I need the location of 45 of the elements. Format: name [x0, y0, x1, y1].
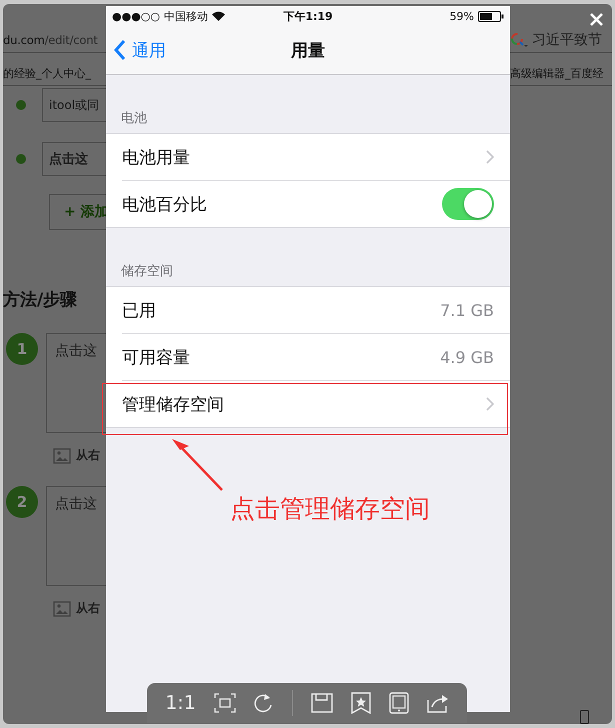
signal-dots: ●●●○○: [112, 10, 160, 22]
hint-text: 从右: [76, 600, 100, 617]
actual-size-button[interactable]: 1:1: [165, 692, 196, 714]
search-icon: [510, 32, 528, 48]
row-label: 电池百分比: [122, 194, 208, 216]
hint-text: 从右: [76, 447, 100, 464]
row-value: 4.9 GB: [440, 348, 494, 366]
row-value: 7.1 GB: [440, 300, 494, 320]
row-label: 电池用量: [122, 146, 191, 168]
chevron-icon: [486, 397, 494, 411]
section-header: 储存空间: [121, 264, 173, 279]
chevron-icon: [486, 150, 494, 164]
tablet-button[interactable]: [388, 692, 409, 714]
row-label: 已用: [122, 300, 157, 322]
section-title: 方法/步骤: [3, 289, 78, 311]
back-button[interactable]: 通用: [106, 38, 172, 62]
chevron-icon: [114, 40, 126, 60]
step-number: 1: [6, 333, 38, 365]
bookmark-link[interactable]: 的经验_个人中心_: [3, 66, 91, 80]
row-label: 管理储存空间: [122, 394, 225, 416]
save-button[interactable]: [310, 693, 333, 713]
step-number: 2: [6, 486, 38, 518]
battery-icon: [478, 10, 504, 22]
rotate-button[interactable]: [254, 692, 274, 714]
annotation-arrow: [170, 437, 226, 493]
image-icon: [51, 448, 71, 464]
favorite-button[interactable]: [350, 692, 371, 714]
carrier-text: 中国移动: [164, 8, 208, 24]
bullet-dot: [16, 154, 26, 164]
fit-button[interactable]: [214, 693, 236, 713]
bullet-dot: [16, 100, 26, 110]
wifi-icon: [212, 11, 225, 21]
status-time: 下午1:19: [282, 8, 334, 24]
section-header: 电池: [121, 111, 147, 126]
image-icon: [51, 600, 71, 616]
address-text: du.com/edit/cont: [3, 32, 99, 49]
row-label: 可用容量: [122, 346, 191, 368]
annotation-text: 点击管理储存空间: [230, 493, 430, 525]
search-field[interactable]: 习近平致节: [510, 28, 612, 52]
nav-title: 用量: [291, 40, 325, 60]
toggle-switch[interactable]: [442, 188, 494, 220]
phone-icon: [580, 710, 589, 724]
share-button[interactable]: [426, 693, 449, 713]
battery-text: 59%: [450, 10, 474, 22]
bookmark-link[interactable]: 高级编辑器_百度经: [510, 66, 604, 80]
